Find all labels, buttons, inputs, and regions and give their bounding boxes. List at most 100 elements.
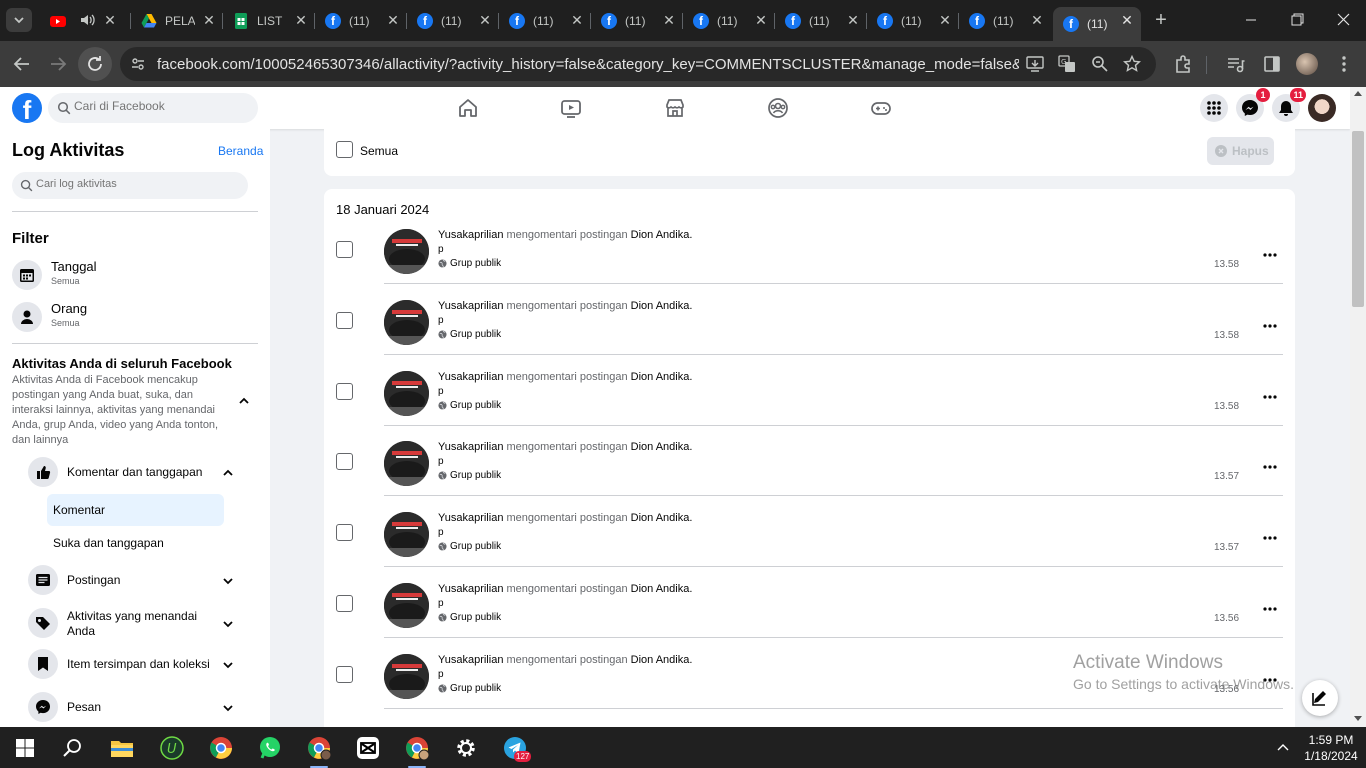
target-name[interactable]: Dion Andika. — [631, 512, 693, 524]
chrome-menu-icon[interactable] — [1332, 52, 1356, 76]
browser-tab[interactable]: f (11) ✕ — [407, 7, 499, 34]
video-icon[interactable] — [560, 97, 582, 119]
browser-tab[interactable]: f (11) ✕ — [591, 7, 683, 34]
close-tab-icon[interactable]: ✕ — [477, 12, 493, 28]
menu-grid-button[interactable] — [1200, 94, 1228, 122]
side-panel-icon[interactable] — [1260, 52, 1284, 76]
actor-name[interactable]: Yusakaprilian — [438, 300, 503, 312]
system-clock[interactable]: 1:59 PM 1/18/2024 — [1296, 732, 1366, 764]
target-name[interactable]: Dion Andika. — [631, 441, 693, 453]
browser-tab[interactable]: f (11) ✕ — [315, 7, 407, 34]
account-avatar[interactable] — [1308, 94, 1336, 122]
post-thumbnail[interactable] — [384, 229, 429, 274]
bookmark-star-icon[interactable] — [1123, 55, 1141, 73]
target-name[interactable]: Dion Andika. — [631, 654, 693, 666]
reload-button[interactable] — [78, 47, 112, 81]
capcut-icon[interactable] — [355, 735, 381, 761]
windows-start-icon[interactable] — [12, 735, 38, 761]
browser-tab-active[interactable]: f (11) ✕ — [1053, 7, 1141, 41]
media-controls-icon[interactable] — [1224, 52, 1248, 76]
close-tab-icon[interactable]: ✕ — [753, 12, 769, 28]
site-info-icon[interactable] — [130, 56, 146, 72]
activity-log-search-input[interactable] — [36, 178, 236, 190]
actor-name[interactable]: Yusakaprilian — [438, 371, 503, 383]
filter-date[interactable]: Tanggal Semua — [12, 258, 258, 294]
scroll-up-arrow-icon[interactable] — [1354, 91, 1362, 96]
sub-item-likes-reactions[interactable]: Suka dan tanggapan — [47, 527, 224, 559]
new-tab-button[interactable]: + — [1150, 9, 1172, 31]
chrome-profile-2-icon[interactable] — [404, 735, 430, 768]
target-name[interactable]: Dion Andika. — [631, 371, 693, 383]
translate-icon[interactable]: G — [1058, 55, 1076, 73]
browser-tab[interactable]: f (11) ✕ — [959, 7, 1051, 34]
search-icon[interactable] — [60, 735, 86, 761]
close-window-button[interactable] — [1328, 10, 1358, 30]
browser-tab[interactable]: PELA ✕ — [131, 7, 223, 34]
browser-tab[interactable]: f (11) ✕ — [867, 7, 959, 34]
more-options-icon[interactable] — [1262, 530, 1278, 546]
restore-window-button[interactable] — [1282, 10, 1312, 30]
sub-item-comments[interactable]: Komentar — [47, 494, 224, 526]
profile-avatar[interactable] — [1296, 53, 1318, 75]
row-checkbox[interactable] — [336, 241, 353, 258]
actor-name[interactable]: Yusakaprilian — [438, 654, 503, 666]
tab-search-button[interactable] — [6, 8, 32, 32]
target-name[interactable]: Dion Andika. — [631, 583, 693, 595]
install-app-icon[interactable] — [1026, 55, 1044, 73]
actor-name[interactable]: Yusakaprilian — [438, 512, 503, 524]
category-saved-items[interactable]: Item tersimpan dan koleksi — [28, 649, 242, 681]
home-icon[interactable] — [457, 97, 479, 119]
post-thumbnail[interactable] — [384, 583, 429, 628]
show-hidden-icons-chevron-icon[interactable] — [1276, 741, 1290, 755]
more-options-icon[interactable] — [1262, 601, 1278, 617]
forward-arrow-icon[interactable] — [46, 52, 70, 76]
target-name[interactable]: Dion Andika. — [631, 229, 693, 241]
delete-button[interactable]: Hapus — [1207, 137, 1274, 165]
groups-icon[interactable] — [767, 97, 789, 119]
chrome-icon[interactable] — [208, 735, 234, 761]
row-checkbox[interactable] — [336, 382, 353, 400]
messenger-button[interactable]: 1 — [1236, 88, 1270, 122]
close-tab-icon[interactable]: ✕ — [1119, 12, 1135, 28]
telegram-icon[interactable]: 127 — [502, 735, 532, 762]
browser-tab[interactable]: ✕ — [40, 7, 124, 34]
filter-people[interactable]: Orang Semua — [12, 300, 258, 336]
facebook-logo[interactable]: f — [12, 93, 42, 123]
browser-tab[interactable]: f (11) ✕ — [775, 7, 867, 34]
close-tab-icon[interactable]: ✕ — [661, 12, 677, 28]
post-thumbnail[interactable] — [384, 512, 429, 558]
post-thumbnail[interactable] — [384, 370, 429, 416]
facebook-search-input[interactable] — [74, 99, 244, 113]
scrollbar-thumb[interactable] — [1352, 131, 1364, 307]
settings-gear-icon[interactable] — [453, 735, 479, 761]
category-tagged-activity[interactable]: Aktivitas yang menandai Anda — [28, 608, 242, 642]
new-message-button[interactable] — [1302, 680, 1338, 716]
chevron-up-icon[interactable] — [238, 395, 250, 407]
more-options-icon[interactable] — [1262, 318, 1278, 334]
post-thumbnail[interactable] — [384, 299, 429, 345]
home-link[interactable]: Beranda — [218, 144, 263, 158]
minimize-window-button[interactable] — [1236, 10, 1266, 30]
category-messages[interactable]: Pesan — [28, 692, 242, 724]
row-checkbox[interactable] — [336, 665, 353, 683]
zoom-icon[interactable] — [1091, 55, 1109, 73]
more-options-icon[interactable] — [1262, 247, 1278, 263]
post-thumbnail[interactable] — [384, 653, 429, 699]
activity-log-search[interactable] — [12, 172, 248, 199]
gaming-icon[interactable] — [870, 97, 892, 119]
facebook-search[interactable] — [48, 93, 258, 123]
close-tab-icon[interactable]: ✕ — [937, 12, 953, 28]
close-tab-icon[interactable]: ✕ — [569, 12, 585, 28]
more-options-icon[interactable] — [1262, 389, 1278, 405]
close-tab-icon[interactable]: ✕ — [1029, 12, 1045, 28]
address-bar[interactable]: facebook.com/100052465307346/allactivity… — [120, 47, 1156, 81]
file-explorer-icon[interactable] — [109, 735, 135, 761]
close-tab-icon[interactable]: ✕ — [102, 12, 118, 28]
browser-tab[interactable]: f (11) ✕ — [683, 7, 775, 34]
actor-name[interactable]: Yusakaprilian — [438, 229, 503, 241]
speaker-icon[interactable] — [79, 12, 95, 28]
category-posts[interactable]: Postingan — [28, 565, 242, 597]
row-checkbox[interactable] — [336, 595, 353, 612]
row-checkbox[interactable] — [336, 453, 353, 471]
notifications-button[interactable]: 11 — [1272, 88, 1306, 122]
